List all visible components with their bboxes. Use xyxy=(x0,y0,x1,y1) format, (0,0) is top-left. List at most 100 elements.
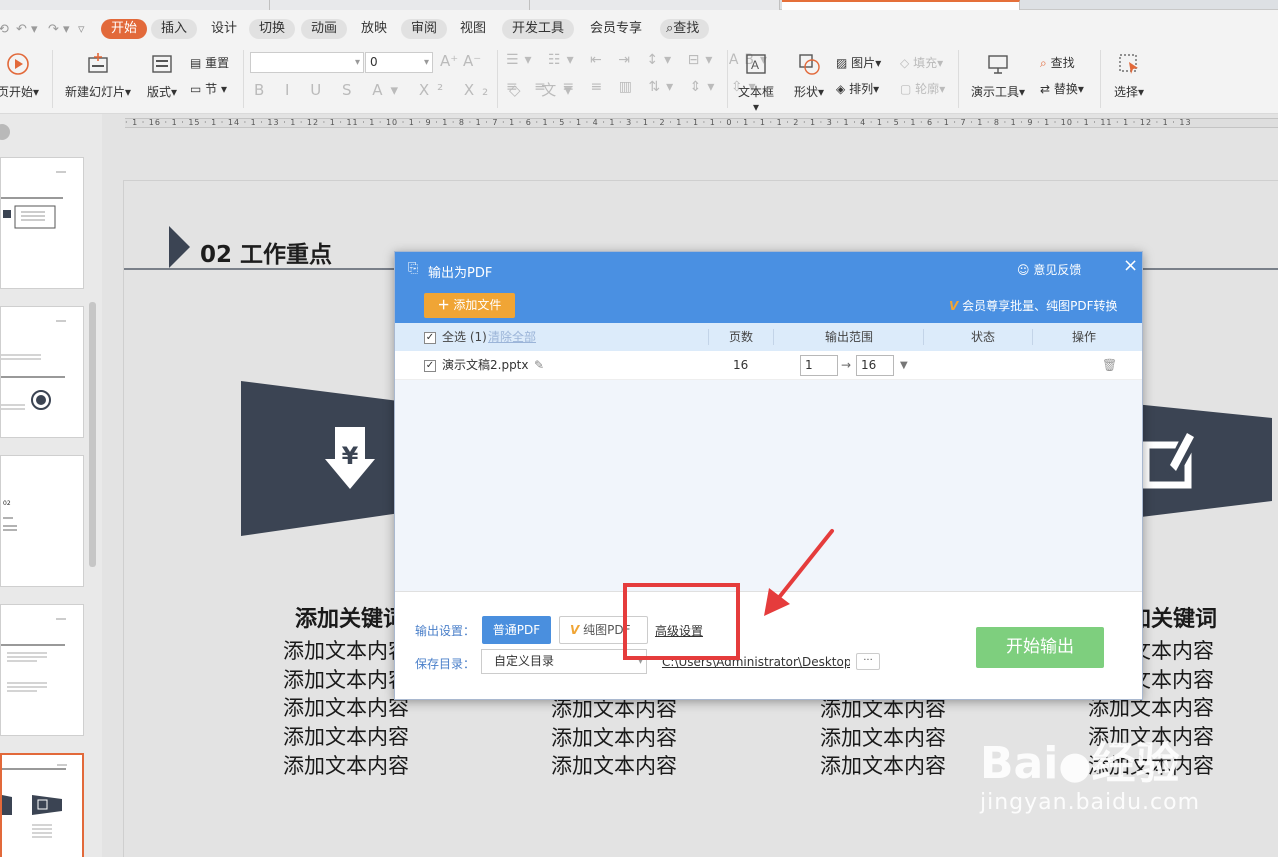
file-row: ✓ 演示文稿2.pptx ✎ 16 1 → 16 ▼ 🗑 xyxy=(395,351,1142,380)
reset-button[interactable]: ▤ 重置 xyxy=(190,54,229,71)
document-tab-active[interactable] xyxy=(782,0,1020,10)
presentation-tools-icon xyxy=(968,52,1028,81)
file-checkbox[interactable]: ✓ xyxy=(424,351,436,380)
tab-insert[interactable]: 插入 xyxy=(151,19,198,39)
picture-button[interactable]: ▨ 图片▾ xyxy=(836,54,881,71)
thumbnail-scrollbar[interactable] xyxy=(89,302,96,567)
quick-access-icon[interactable]: ⟲ xyxy=(0,22,9,37)
tab-search[interactable]: ⌕查找 xyxy=(660,19,710,39)
paw-icon: ● xyxy=(1058,743,1092,787)
font-grow-shrink-icon[interactable]: A⁺ A⁻ xyxy=(440,52,481,70)
clear-all-link[interactable]: 清除全部 xyxy=(488,323,536,351)
save-dir-label: 保存目录： xyxy=(415,657,476,671)
start-export-button[interactable]: 开始输出 xyxy=(976,627,1104,668)
select-button[interactable]: 选择▾ xyxy=(1110,52,1148,100)
rename-icon[interactable]: ✎ xyxy=(534,351,544,380)
tab-developer[interactable]: 开发工具 xyxy=(502,19,575,39)
document-tab[interactable] xyxy=(530,0,780,10)
feedback-link[interactable]: ☺ 意见反馈 xyxy=(1017,261,1081,278)
text-box-button[interactable]: A 文本框▾ xyxy=(735,52,777,114)
vip-icon: V xyxy=(570,623,580,637)
check-icon: ✓ xyxy=(424,359,436,372)
section-icon: ▭ xyxy=(190,82,202,96)
new-slide-button[interactable]: 新建幻灯片▾ xyxy=(62,52,134,100)
pane-toggle-icon[interactable] xyxy=(0,124,10,140)
tab-home[interactable]: 开始 xyxy=(101,19,148,39)
file-pages: 16 xyxy=(733,358,749,372)
font-family-select[interactable] xyxy=(250,52,364,73)
slideshow-start-button[interactable]: 页开始▾ xyxy=(0,52,44,100)
text-column[interactable]: 添加文本内容 添加文本内容 添加文本内容 xyxy=(820,695,946,781)
vip-promo[interactable]: V 会员尊享批量、纯图PDF转换 xyxy=(949,297,1118,314)
watermark-brand: Bai xyxy=(980,738,1059,789)
document-tab[interactable] xyxy=(0,0,270,10)
text-column[interactable]: 添加文本内容 添加文本内容 添加文本内容 添加文本内容 添加文本内容 xyxy=(283,637,409,781)
shape-button[interactable]: 形状▾ xyxy=(791,52,827,100)
customize-icon[interactable]: ▿ xyxy=(78,22,85,37)
output-settings-label: 输出设置： xyxy=(415,624,476,638)
body-line: 添加文本内容 xyxy=(283,639,409,663)
tab-design[interactable]: 设计 xyxy=(201,19,247,39)
browse-button[interactable]: ··· xyxy=(856,653,880,670)
select-all-checkbox[interactable]: ✓ xyxy=(424,323,436,351)
picture-icon: ▨ xyxy=(836,56,848,70)
slide-thumbnail[interactable] xyxy=(0,306,84,438)
redo-icon[interactable]: ↷ ▾ xyxy=(48,22,70,37)
slide-thumbnail[interactable] xyxy=(0,157,84,289)
range-column-header: 输出范围 xyxy=(825,330,874,344)
tab-view[interactable]: 视图 xyxy=(450,19,496,39)
normal-pdf-button[interactable]: 普通PDF xyxy=(482,616,551,644)
add-file-button[interactable]: ＋ 添加文件 xyxy=(424,293,515,318)
new-slide-icon xyxy=(62,52,134,81)
text-column[interactable]: 添加文本内容 添加文本内容 添加文本内容 xyxy=(551,695,677,781)
find-button[interactable]: ⌕ 查找 xyxy=(1040,54,1075,71)
align-icons[interactable]: ≡ ≡ ≡ ≡ ▥ ⇅▾ ⇕▾ ⇳▾ xyxy=(506,79,762,95)
tab-member[interactable]: 会员专享 xyxy=(580,19,652,39)
font-size-select[interactable]: 0 xyxy=(365,52,433,73)
body-line: 添加文本内容 xyxy=(551,725,677,750)
fill-button[interactable]: ◇ 填充▾ xyxy=(900,54,943,71)
svg-text:A: A xyxy=(751,58,759,72)
arrange-button[interactable]: ◈ 排列▾ xyxy=(836,80,879,97)
document-tab[interactable] xyxy=(270,0,530,10)
find-icon: ⌕ xyxy=(1040,56,1047,70)
outline-button[interactable]: ▢ 轮廓▾ xyxy=(900,80,945,97)
delete-icon[interactable]: 🗑 xyxy=(1102,351,1117,380)
ribbon: 页开始▾ 新建幻灯片▾ 版式▾ ▤ 重置 ▭ 节 ▾ 0 A⁺ A⁻ B I U… xyxy=(0,46,1278,114)
tab-transition[interactable]: 切换 xyxy=(249,19,296,39)
slide-thumbnail-pane: 02 xyxy=(0,114,102,857)
range-to-input[interactable]: 16 xyxy=(856,355,894,376)
body-line: 添加文本内容 xyxy=(283,696,409,721)
plus-icon: ＋ xyxy=(437,298,450,312)
range-dropdown-icon[interactable]: ▼ xyxy=(900,351,908,380)
baidu-watermark: Bai●经验 jingyan.baidu.com xyxy=(980,740,1200,817)
presentation-tools-button[interactable]: 演示工具▾ xyxy=(968,52,1028,100)
replace-icon: ⇄ xyxy=(1040,82,1051,96)
undo-icon[interactable]: ↶ ▾ xyxy=(16,22,38,37)
annotation-highlight-box xyxy=(623,583,740,660)
range-from-input[interactable]: 1 xyxy=(800,355,838,376)
watermark-url: jingyan.baidu.com xyxy=(980,790,1201,815)
tab-slideshow[interactable]: 放映 xyxy=(351,19,397,39)
svg-text:¥: ¥ xyxy=(342,442,359,470)
arrange-icon: ◈ xyxy=(836,82,846,96)
slide-thumbnail[interactable] xyxy=(0,604,84,736)
tab-review[interactable]: 审阅 xyxy=(401,19,448,39)
layout-button[interactable]: 版式▾ xyxy=(142,52,182,100)
close-icon[interactable]: × xyxy=(1123,255,1138,276)
tab-animation[interactable]: 动画 xyxy=(301,19,348,39)
keyword-heading[interactable]: 添加关键词 xyxy=(295,601,405,633)
section-button[interactable]: ▭ 节 ▾ xyxy=(190,80,227,97)
dialog-title: 输出为PDF xyxy=(428,266,493,281)
play-icon xyxy=(0,52,44,81)
pages-column-header: 页数 xyxy=(729,330,754,344)
vip-icon: V xyxy=(949,299,959,313)
replace-button[interactable]: ⇄ 替换▾ xyxy=(1040,80,1084,97)
layout-icon xyxy=(142,52,182,81)
document-tab-strip xyxy=(0,0,1278,10)
slide-thumbnail-selected[interactable] xyxy=(0,753,84,857)
slide-title[interactable]: 02 工作重点 xyxy=(200,235,332,269)
slide-thumbnail[interactable]: 02 xyxy=(0,455,84,587)
svg-text:02: 02 xyxy=(3,500,11,507)
list-icons[interactable]: ☰▾ ☷▾ ⇤ ⇥ ↕▾ ⊟▾ AB▾ xyxy=(506,52,773,68)
